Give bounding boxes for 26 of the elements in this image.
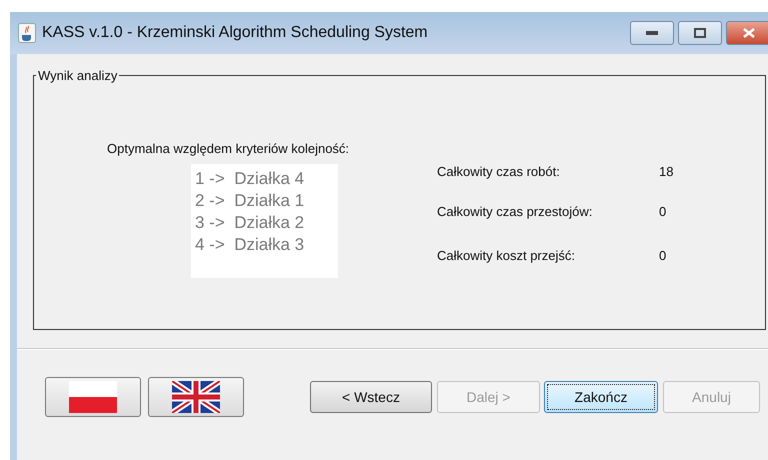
order-item: 4 -> Działka 3 [195,234,306,256]
stat-label: Całkowity koszt przejść: [437,248,576,265]
minimize-icon [646,31,658,35]
stat-value: 0 [659,204,668,221]
window-title: KASS v.1.0 - Krzeminski Algorithm Scheduling System [42,24,429,42]
java-cup-icon [18,23,36,43]
stat-value: 0 [659,248,668,265]
uk-flag-icon [172,381,220,413]
maximize-button[interactable] [678,21,722,45]
language-button[interactable] [45,377,141,417]
heading-label: Optymalna względem kryteriów kolejność: [107,141,350,156]
stat-value: 18 [659,164,674,181]
minimize-button[interactable] [630,21,674,45]
poland-flag-icon [69,381,117,413]
nav-button[interactable]: < Wstecz [310,381,432,413]
language-button[interactable] [148,377,244,417]
order-item: 2 -> Działka 1 [195,190,306,212]
order-item: 3 -> Działka 2 [195,212,306,234]
stat-label: Całkowity czas robót: [437,164,561,181]
close-button[interactable] [726,21,768,45]
nav-button[interactable]: Zakończ [544,381,658,413]
group-title: Wynik analizy [37,68,118,83]
order-item: 1 -> Działka 4 [195,168,306,190]
stat-label: Całkowity czas przestojów: [437,204,594,221]
close-icon [743,28,755,38]
maximize-icon [694,28,706,38]
